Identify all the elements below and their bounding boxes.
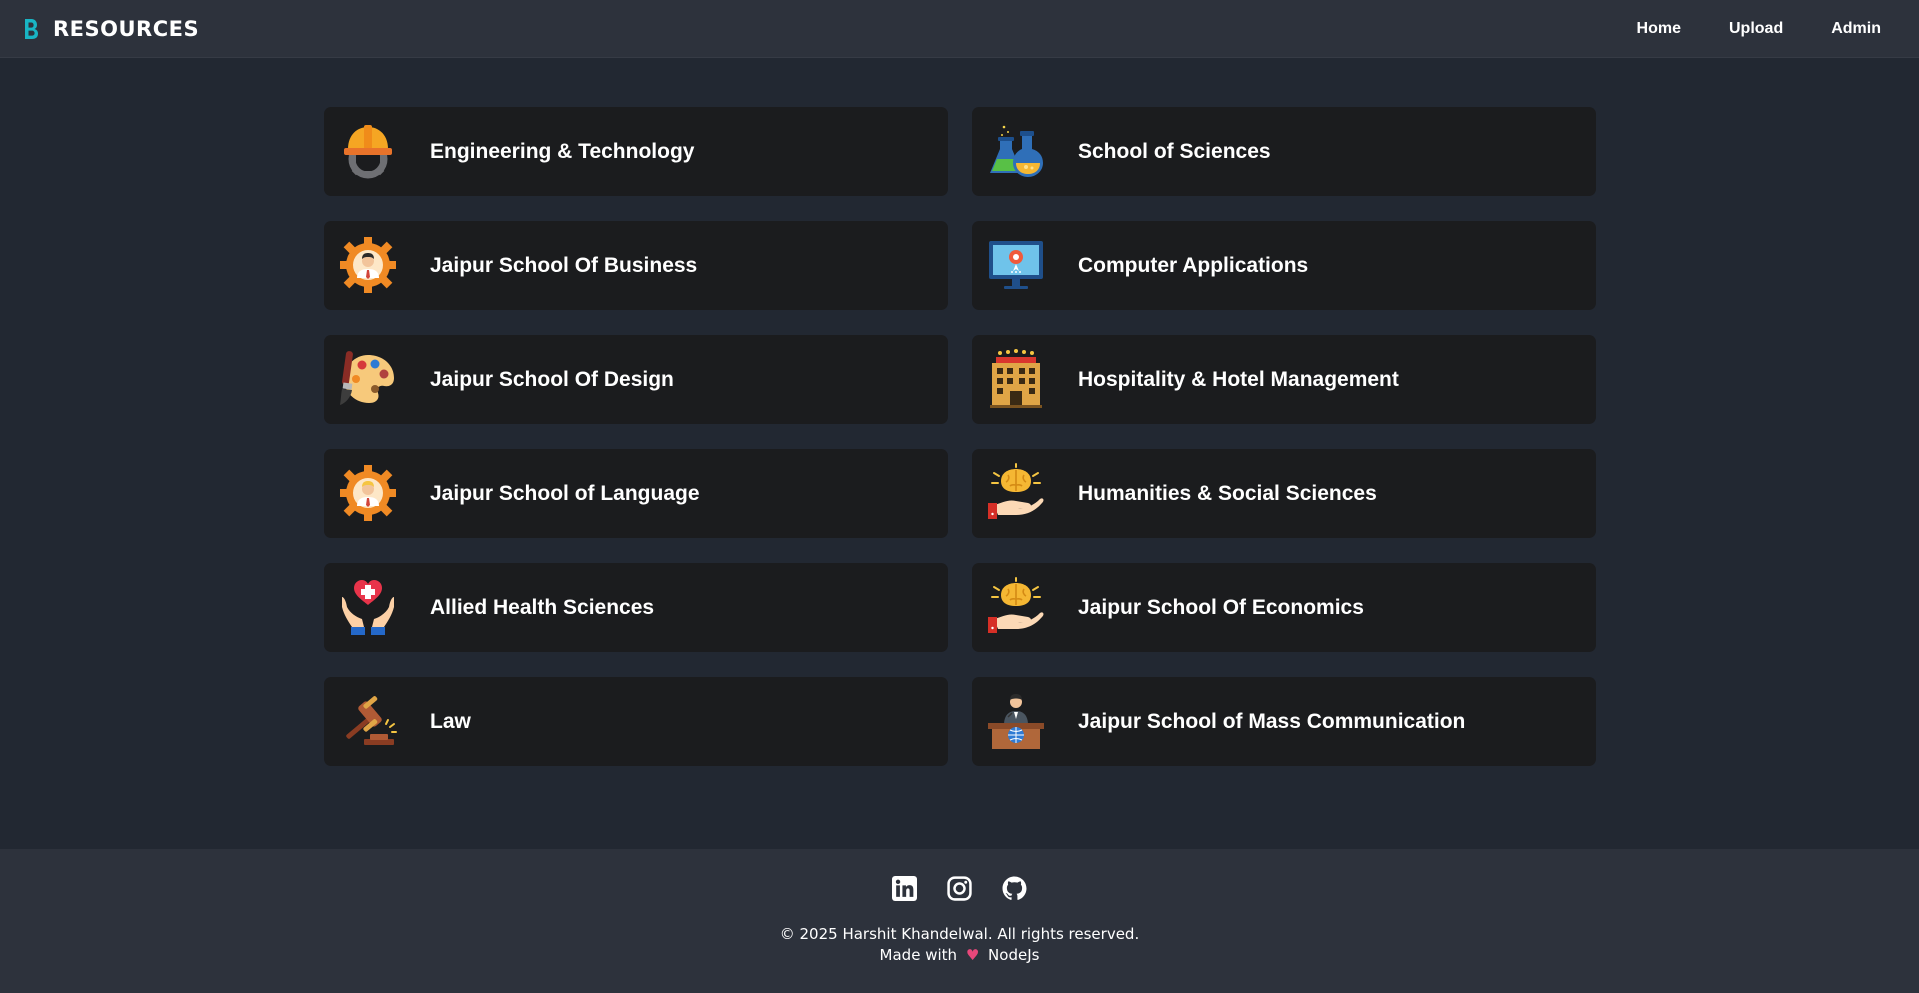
school-card-hospitality[interactable]: Hospitality & Hotel Management <box>972 335 1596 424</box>
navbar: RESOURCES Home Upload Admin <box>0 0 1919 58</box>
copyright-text: © 2025 Harshit Khandelwal. All rights re… <box>779 925 1140 943</box>
school-card-language[interactable]: Jaipur School of Language <box>324 449 948 538</box>
footer: © 2025 Harshit Khandelwal. All rights re… <box>0 849 1919 993</box>
flasks-icon <box>990 125 1043 177</box>
school-card-design[interactable]: Jaipur School Of Design <box>324 335 948 424</box>
school-card-engineering[interactable]: Engineering & Technology <box>324 107 948 196</box>
instagram-icon[interactable] <box>947 876 972 901</box>
nav-home-link[interactable]: Home <box>1637 20 1681 38</box>
school-label: Jaipur School Of Economics <box>1078 595 1364 619</box>
school-card-law[interactable]: Law <box>324 677 948 766</box>
palette-icon <box>340 351 394 405</box>
school-card-sciences[interactable]: School of Sciences <box>972 107 1596 196</box>
school-card-allied-health[interactable]: Allied Health Sciences <box>324 563 948 652</box>
school-label: Engineering & Technology <box>430 139 695 163</box>
school-label: Hospitality & Hotel Management <box>1078 367 1399 391</box>
school-card-business[interactable]: Jaipur School Of Business <box>324 221 948 310</box>
nav-upload-link[interactable]: Upload <box>1729 20 1783 38</box>
person-gear-icon <box>340 465 396 521</box>
hard-hat-gear-icon <box>344 125 392 179</box>
made-with-text: Made with ♥ NodeJs <box>0 946 1919 964</box>
school-label: Computer Applications <box>1078 253 1309 277</box>
heart-icon: ♥ <box>965 946 980 964</box>
school-label: Law <box>430 709 471 733</box>
social-links <box>0 876 1919 901</box>
monitor-icon <box>989 241 1043 289</box>
brain-hand-icon <box>988 463 1044 519</box>
school-card-computer-applications[interactable]: Computer Applications <box>972 221 1596 310</box>
hotel-building-icon <box>990 349 1042 408</box>
school-label: Humanities & Social Sciences <box>1078 481 1377 505</box>
github-icon[interactable] <box>1002 876 1027 901</box>
school-label: Allied Health Sciences <box>430 595 655 619</box>
brand-logo-icon <box>25 19 38 39</box>
businessman-gear-icon <box>340 237 396 293</box>
school-card-economics[interactable]: Jaipur School Of Economics <box>972 563 1596 652</box>
speaker-podium-icon <box>988 694 1044 749</box>
linkedin-icon[interactable] <box>892 876 917 901</box>
school-card-humanities[interactable]: Humanities & Social Sciences <box>972 449 1596 538</box>
nav-admin-link[interactable]: Admin <box>1831 20 1881 38</box>
school-label: Jaipur School Of Design <box>430 367 674 391</box>
school-label: School of Sciences <box>1078 139 1271 163</box>
school-label: Jaipur School of Mass Communication <box>1078 709 1466 733</box>
made-prefix: Made with <box>879 946 958 964</box>
school-label: Jaipur School of Language <box>430 481 700 505</box>
school-card-mass-communication[interactable]: Jaipur School of Mass Communication <box>972 677 1596 766</box>
brand-title: RESOURCES <box>53 17 200 41</box>
heart-hands-icon <box>342 580 394 635</box>
main-nav: Home Upload Admin <box>1637 0 1919 58</box>
brand[interactable]: RESOURCES <box>22 16 199 42</box>
school-label: Jaipur School Of Business <box>430 253 698 277</box>
gavel-icon <box>346 696 397 745</box>
brain-hand-icon <box>988 577 1044 633</box>
made-suffix: NodeJs <box>988 946 1040 964</box>
